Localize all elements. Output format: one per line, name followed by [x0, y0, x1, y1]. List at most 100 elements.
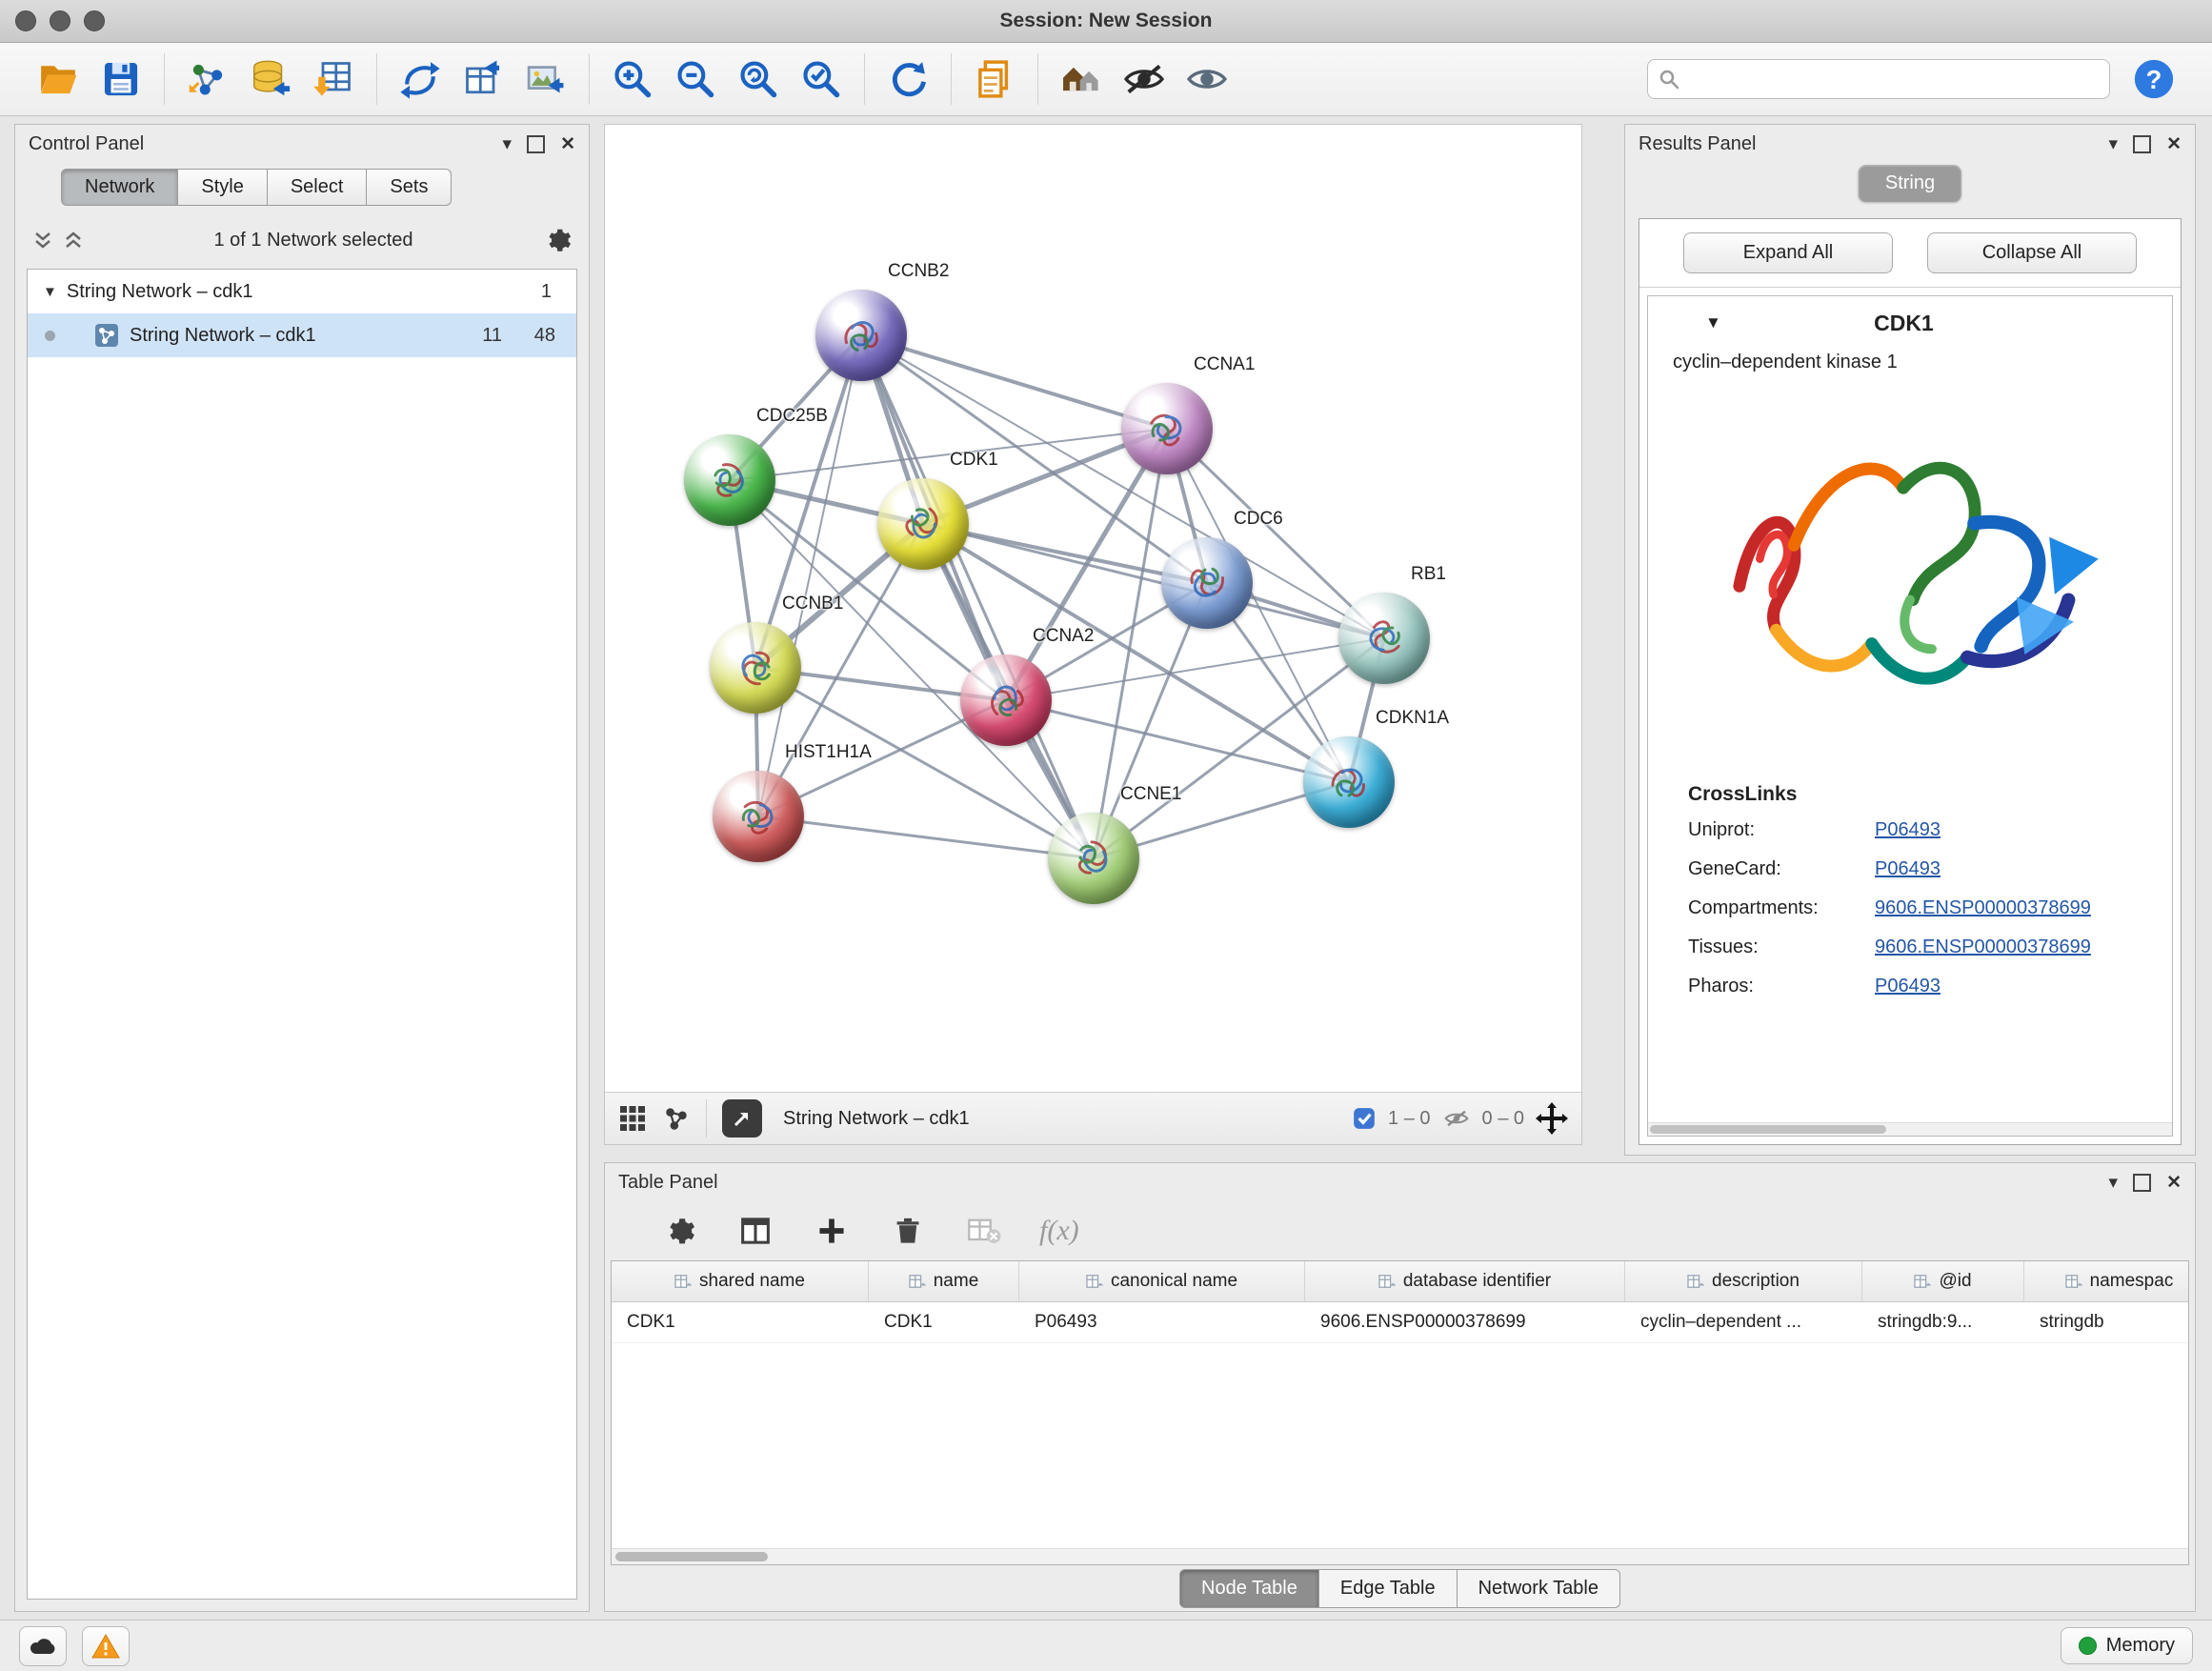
collapse-all-icon[interactable]	[32, 226, 53, 254]
close-panel-icon[interactable]: ✕	[2166, 135, 2182, 153]
create-column-button[interactable]	[811, 1210, 853, 1252]
node-CDK1[interactable]	[877, 478, 969, 570]
clone-network-button[interactable]	[393, 52, 447, 106]
tab-edge-table[interactable]: Edge Table	[1319, 1569, 1458, 1608]
node-CCNB2[interactable]	[815, 290, 907, 381]
export-image-button[interactable]	[519, 52, 573, 106]
crosslink-link[interactable]: P06493	[1875, 858, 1941, 880]
toolbar-search[interactable]	[1647, 59, 2110, 99]
tab-network-table[interactable]: Network Table	[1458, 1569, 1620, 1608]
annotation-button[interactable]	[968, 52, 1021, 106]
detach-view-button[interactable]	[722, 1099, 762, 1137]
collapse-all-button[interactable]: Collapse All	[1927, 232, 2137, 273]
table-cell[interactable]: CDK1	[612, 1302, 869, 1342]
zoom-out-button[interactable]	[669, 52, 722, 106]
save-session-button[interactable]	[94, 52, 148, 106]
show-columns-button[interactable]	[734, 1210, 776, 1252]
column-header-description[interactable]: description	[1625, 1261, 1862, 1301]
node-CCNB1[interactable]	[710, 622, 801, 714]
tab-node-table[interactable]: Node Table	[1179, 1569, 1319, 1608]
disclosure-triangle-icon[interactable]: ▼	[43, 284, 57, 300]
node-HIST1H1A[interactable]	[713, 771, 804, 862]
crosslink-link[interactable]: P06493	[1875, 819, 1941, 841]
node-RB1[interactable]	[1338, 593, 1430, 684]
node-CCNA1[interactable]	[1121, 383, 1213, 474]
node-CDKN1A[interactable]	[1303, 736, 1395, 828]
crosslink-link[interactable]: P06493	[1875, 976, 1941, 997]
tab-sets[interactable]: Sets	[367, 169, 452, 206]
zoom-selected-button[interactable]	[794, 52, 848, 106]
column-header-namespac[interactable]: namespac	[2024, 1261, 2189, 1301]
network-view-icon[interactable]	[662, 1104, 691, 1133]
cloud-status-button[interactable]	[19, 1626, 67, 1666]
open-session-button[interactable]	[31, 52, 85, 106]
column-header-shared-name[interactable]: shared name	[612, 1261, 869, 1301]
zoom-in-button[interactable]	[606, 52, 659, 106]
table-hscrollbar[interactable]	[612, 1548, 2188, 1564]
results-hscrollbar[interactable]	[1648, 1122, 2172, 1136]
table-cell[interactable]: 9606.ENSP00000378699	[1305, 1302, 1625, 1342]
close-panel-icon[interactable]: ✕	[560, 135, 575, 153]
memory-button[interactable]: Memory	[2061, 1627, 2193, 1664]
float-panel-icon[interactable]	[527, 135, 545, 153]
column-header--id[interactable]: @id	[1862, 1261, 2024, 1301]
edge-CCNB2-CCNE1[interactable]	[861, 335, 1094, 858]
edge-HIST1H1A-CCNE1[interactable]	[758, 816, 1094, 858]
import-network-button[interactable]	[181, 52, 234, 106]
table-cell[interactable]: stringdb:9...	[1862, 1302, 2024, 1342]
panel-menu-icon[interactable]: ▾	[503, 135, 513, 153]
show-glass-button[interactable]	[1180, 52, 1234, 106]
expand-all-icon[interactable]	[63, 226, 84, 254]
network-canvas[interactable]: CCNB2CCNA1CDC25BCDK1CDC6RB1CCNB1CCNA2CDK…	[605, 125, 1581, 1092]
tab-style[interactable]: Style	[178, 169, 267, 206]
tab-string[interactable]: String	[1859, 165, 1961, 202]
float-panel-icon[interactable]	[2133, 1174, 2151, 1192]
network-row[interactable]: String Network – cdk1 11 48	[28, 313, 576, 357]
float-panel-icon[interactable]	[2133, 135, 2151, 153]
column-header-name[interactable]: name	[869, 1261, 1019, 1301]
table-cell[interactable]: stringdb	[2024, 1302, 2189, 1342]
apply-layout-button[interactable]	[881, 52, 935, 106]
table-options-button[interactable]	[658, 1210, 700, 1252]
gear-icon[interactable]	[543, 226, 572, 254]
panel-menu-icon[interactable]: ▾	[2109, 135, 2119, 153]
section-disclosure-icon[interactable]: ▼	[1705, 313, 1721, 332]
grid-view-icon[interactable]	[618, 1104, 647, 1133]
help-button[interactable]: ?	[2127, 52, 2181, 106]
tab-network[interactable]: Network	[61, 169, 178, 206]
node-CDC25B[interactable]	[684, 434, 775, 526]
control-panel-title: Control Panel	[29, 133, 144, 155]
edge-CCNB2-CCNA1[interactable]	[861, 335, 1167, 429]
table-cell[interactable]: P06493	[1019, 1302, 1305, 1342]
edge-CCNB2-CCNB1[interactable]	[755, 335, 861, 668]
search-input[interactable]	[1688, 68, 2100, 91]
warnings-button[interactable]	[82, 1626, 130, 1666]
delete-column-button[interactable]	[887, 1210, 929, 1252]
fit-content-crosshair-icon[interactable]	[1536, 1102, 1568, 1135]
expand-all-button[interactable]: Expand All	[1683, 232, 1893, 273]
node-CCNE1[interactable]	[1048, 813, 1139, 904]
table-cell[interactable]: cyclin–dependent ...	[1625, 1302, 1862, 1342]
column-header-canonical-name[interactable]: canonical name	[1019, 1261, 1305, 1301]
column-header-database-identifier[interactable]: database identifier	[1305, 1261, 1625, 1301]
edge-CCNA2-CDKN1A[interactable]	[1006, 700, 1349, 782]
import-table-button[interactable]	[307, 52, 360, 106]
crosslink-link[interactable]: 9606.ENSP00000378699	[1875, 897, 2091, 919]
edge-CDK1-RB1[interactable]	[923, 524, 1384, 638]
hide-glass-button[interactable]	[1117, 52, 1171, 106]
panel-menu-icon[interactable]: ▾	[2109, 1174, 2119, 1192]
close-panel-icon[interactable]: ✕	[2166, 1174, 2182, 1192]
export-table-button[interactable]	[456, 52, 510, 106]
crosslink-link[interactable]: 9606.ENSP00000378699	[1875, 936, 2091, 958]
tab-select[interactable]: Select	[268, 169, 368, 206]
table-cell[interactable]: CDK1	[869, 1302, 1019, 1342]
node-CDC6[interactable]	[1161, 537, 1253, 629]
delete-table-button[interactable]	[963, 1210, 1005, 1252]
network-collection-row[interactable]: ▼ String Network – cdk1 1	[28, 270, 576, 313]
table-row[interactable]: CDK1CDK1P064939606.ENSP00000378699cyclin…	[612, 1302, 2188, 1343]
function-builder-button[interactable]: f(x)	[1039, 1215, 1079, 1247]
tissues-button[interactable]	[1055, 52, 1108, 106]
import-network-from-database-button[interactable]	[244, 52, 297, 106]
node-CCNA2[interactable]	[960, 654, 1052, 746]
zoom-fit-button[interactable]	[732, 52, 785, 106]
